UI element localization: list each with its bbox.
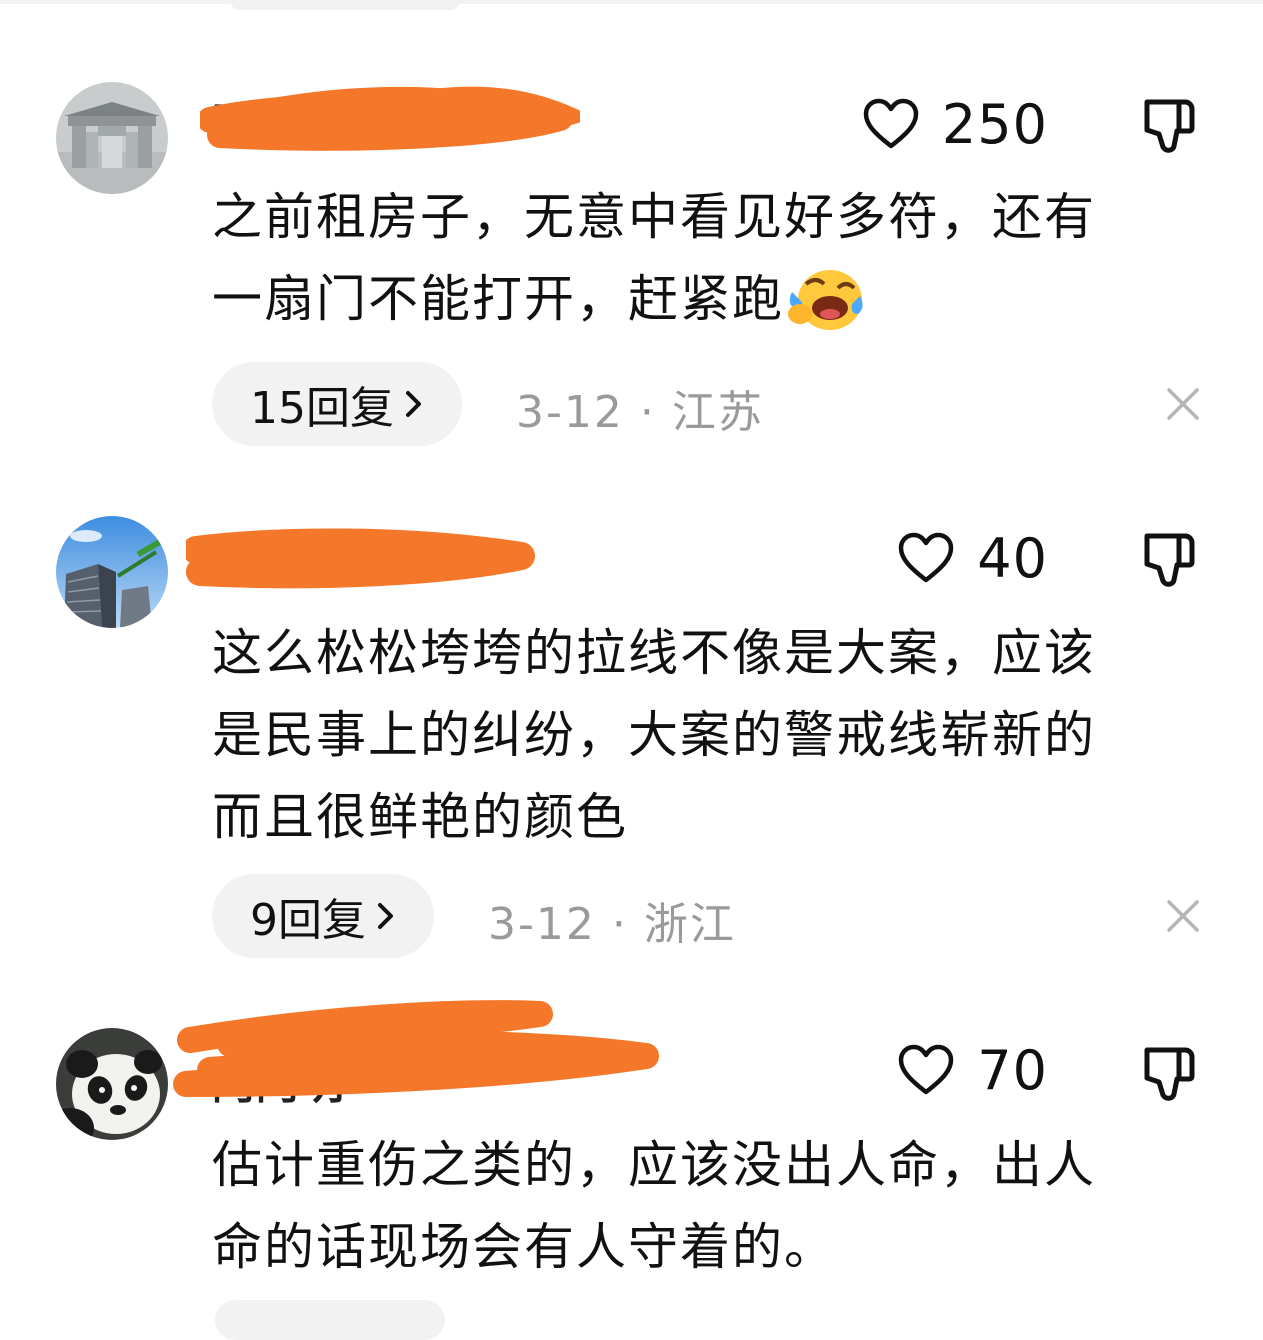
archway-image (56, 82, 168, 194)
avatar[interactable] (56, 82, 168, 194)
comment-text-line: 估计重伤之类的，应该没出人命，出人 (212, 1136, 1096, 1194)
thumbs-down-icon[interactable] (1141, 96, 1199, 156)
reply-count-label: 9回复 (250, 895, 366, 946)
like-button[interactable]: 40 (897, 526, 1048, 590)
heart-icon (899, 532, 954, 583)
laughing-crying-emoji-icon (788, 269, 863, 330)
like-button[interactable]: 250 (862, 92, 1048, 156)
like-count: 250 (941, 92, 1048, 156)
panda-image (56, 1028, 168, 1140)
comment-text-line: 是民事上的纠纷，大案的警戒线崭新的 (212, 706, 1096, 764)
reply-count-label: 15回复 (250, 383, 394, 434)
redaction-scribble (186, 528, 535, 589)
avatar[interactable] (56, 1028, 168, 1140)
previous-reply-pill[interactable] (230, 0, 460, 10)
chevron-right-icon (406, 391, 421, 417)
comment-text-line: 一扇门不能打开，赶紧跑 (212, 258, 866, 340)
thumbs-down-icon[interactable] (1141, 530, 1199, 590)
like-button[interactable]: 70 (897, 1038, 1048, 1102)
like-count: 70 (977, 1038, 1048, 1102)
reply-count-button[interactable]: 9回复 (212, 874, 434, 958)
avatar[interactable] (56, 516, 168, 628)
comment-text-line: 这么松松垮垮的拉线不像是大案，应该 (212, 624, 1096, 682)
redaction-scribble (200, 86, 580, 151)
chevron-right-icon (378, 903, 393, 929)
comment-meta: 3-12 · 浙江 (488, 899, 736, 950)
heart-icon (863, 98, 919, 149)
reply-count-button[interactable] (215, 1300, 445, 1340)
reply-count-button[interactable]: 15回复 (212, 362, 462, 446)
comment-text-segment: 一扇门不能打开，赶紧跑 (212, 270, 784, 328)
comment-text-line: 命的话现场会有人守着的。 (212, 1218, 836, 1276)
top-divider (0, 0, 1263, 4)
close-icon[interactable] (1165, 386, 1201, 422)
comment-text-line: 而且很鲜艳的颜色 (212, 788, 628, 846)
buildings-image (56, 516, 168, 628)
thumbs-down-icon[interactable] (1141, 1044, 1199, 1104)
like-count: 40 (977, 526, 1048, 590)
comment-meta: 3-12 · 江苏 (516, 387, 764, 438)
comment-text-line: 之前租房子，无意中看见好多符，还有 (212, 188, 1096, 246)
heart-icon (899, 1044, 954, 1095)
redaction-scribble (173, 1000, 659, 1097)
close-icon[interactable] (1165, 898, 1201, 934)
